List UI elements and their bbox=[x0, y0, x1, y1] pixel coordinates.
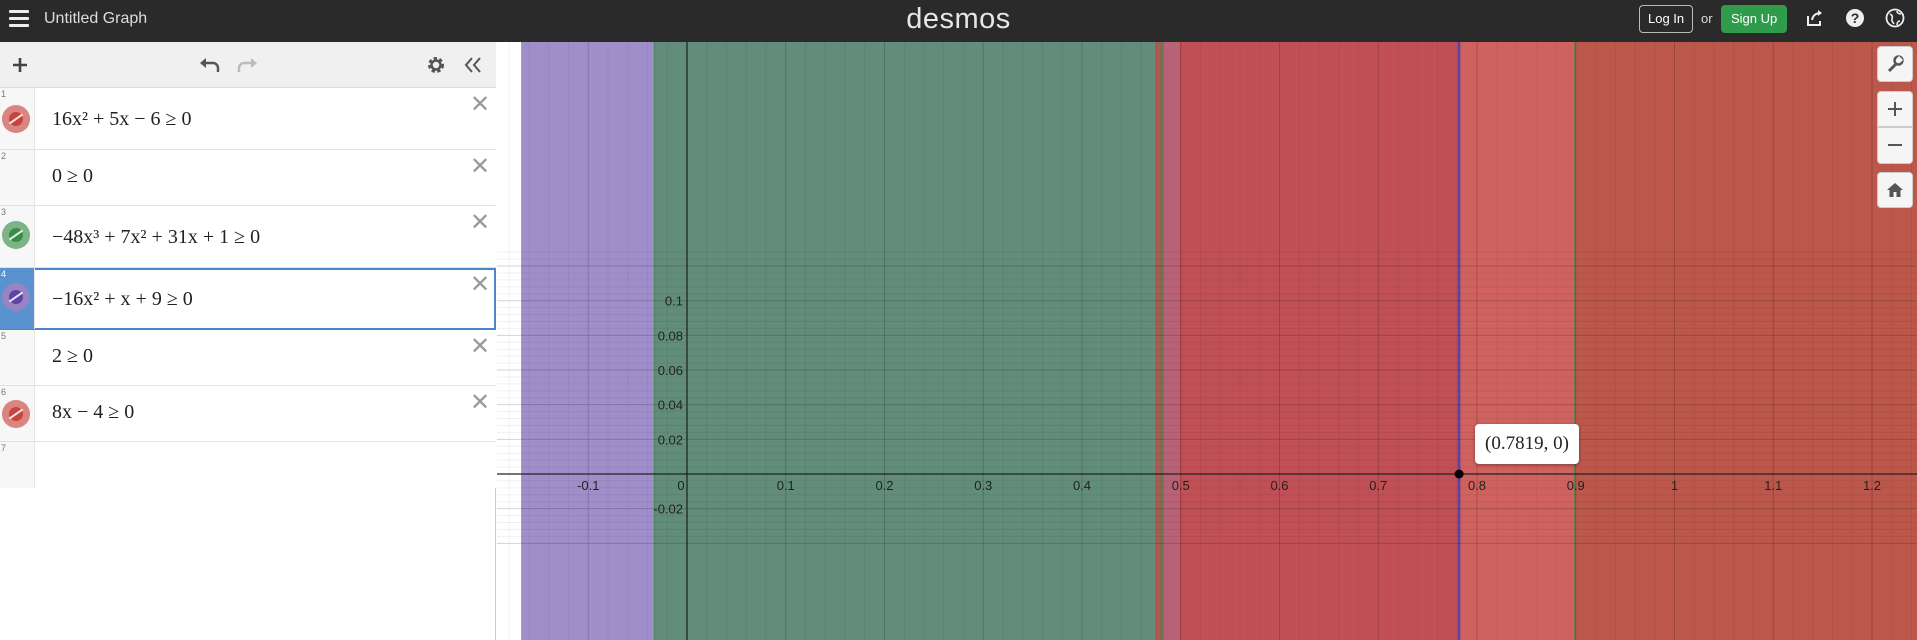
x-tick-label: 0.7 bbox=[1369, 478, 1387, 493]
x-tick-label: 0.1 bbox=[777, 478, 795, 493]
expression-row[interactable]: 1 16x² + 5x − 6 ≥ 0 ✕ bbox=[0, 88, 496, 150]
y-tick-label: 0.02 bbox=[658, 432, 683, 447]
expression-math[interactable]: 0 ≥ 0 bbox=[52, 165, 93, 188]
x-tick-label: 0 bbox=[677, 478, 684, 493]
expression-index: 5 bbox=[1, 331, 7, 341]
expression-gutter: 5 bbox=[0, 330, 35, 385]
help-icon[interactable]: ? bbox=[1843, 8, 1867, 32]
x-tick-label: 0.3 bbox=[974, 478, 992, 493]
plus-icon bbox=[1888, 102, 1902, 116]
svg-text:?: ? bbox=[1851, 10, 1860, 26]
y-tick-label: 0.08 bbox=[658, 328, 683, 343]
expression-list: 1 16x² + 5x − 6 ≥ 0 ✕ 2 0 ≥ 0 ✕ 3 −48x³ … bbox=[0, 88, 496, 488]
color-swatch-icon[interactable] bbox=[2, 283, 30, 311]
expression-index: 2 bbox=[1, 151, 7, 161]
expression-gutter: 2 bbox=[0, 150, 35, 205]
expression-index: 7 bbox=[1, 443, 7, 453]
signup-button[interactable]: Sign Up bbox=[1721, 5, 1788, 33]
graph-paper[interactable]: -0.1 0 0.1 0.2 0.3 0.4 0.5 0.6 0.7 0.8 0.9 1 1.1 1.2 0… bbox=[497, 42, 1917, 640]
expression-row-selected[interactable]: 4 −16x² + x + 9 ≥ 0 ✕ bbox=[0, 268, 496, 330]
redo-icon[interactable] bbox=[233, 51, 261, 79]
zoom-out-button[interactable] bbox=[1877, 127, 1913, 164]
expression-panel: 1 16x² + 5x − 6 ≥ 0 ✕ 2 0 ≥ 0 ✕ 3 −48x³ … bbox=[0, 42, 496, 640]
point-label: (0.7819, 0) bbox=[1475, 424, 1579, 464]
close-icon[interactable]: ✕ bbox=[470, 93, 490, 117]
intersection-point bbox=[1454, 469, 1464, 479]
expression-index: 3 bbox=[1, 207, 7, 217]
expression-index: 1 bbox=[1, 89, 7, 99]
y-tick-label: 0.06 bbox=[658, 363, 683, 378]
expression-math[interactable]: 2 ≥ 0 bbox=[52, 345, 93, 368]
shaded-region-green bbox=[654, 42, 1163, 640]
home-button[interactable] bbox=[1877, 172, 1913, 208]
color-swatch-icon[interactable] bbox=[2, 105, 30, 133]
expression-gutter: 1 bbox=[0, 88, 35, 149]
color-swatch-icon[interactable] bbox=[2, 400, 30, 428]
close-icon[interactable]: ✕ bbox=[470, 391, 490, 415]
x-tick-label: 0.2 bbox=[875, 478, 893, 493]
y-tick-label: 0.04 bbox=[658, 398, 683, 413]
x-tick-label: 0.9 bbox=[1567, 478, 1585, 493]
share-icon[interactable] bbox=[1803, 8, 1827, 32]
plus-icon[interactable] bbox=[6, 51, 34, 79]
login-button[interactable]: Log In bbox=[1639, 5, 1694, 33]
x-tick-label: 0.4 bbox=[1073, 478, 1091, 493]
x-tick-label: 1.2 bbox=[1863, 478, 1881, 493]
y-tick-label: 0.1 bbox=[665, 294, 683, 309]
expression-row[interactable]: 6 8x − 4 ≥ 0 ✕ bbox=[0, 386, 496, 442]
color-swatch-icon[interactable] bbox=[2, 221, 30, 249]
globe-icon[interactable] bbox=[1883, 8, 1907, 32]
home-icon bbox=[1887, 183, 1903, 197]
close-icon[interactable]: ✕ bbox=[470, 155, 490, 179]
close-icon[interactable]: ✕ bbox=[470, 211, 490, 235]
wrench-icon[interactable] bbox=[1877, 46, 1913, 82]
expression-index: 4 bbox=[1, 269, 7, 279]
undo-icon[interactable] bbox=[196, 51, 224, 79]
expression-gutter: 6 bbox=[0, 386, 35, 441]
minus-icon bbox=[1888, 144, 1902, 146]
close-icon[interactable]: ✕ bbox=[470, 335, 490, 359]
top-bar: Untitled Graph desmos Log In or Sign Up … bbox=[0, 0, 1917, 42]
expression-row[interactable]: 2 0 ≥ 0 ✕ bbox=[0, 150, 496, 206]
graph-title[interactable]: Untitled Graph bbox=[44, 10, 147, 28]
x-tick-label: 0.5 bbox=[1172, 478, 1190, 493]
expression-math[interactable]: −16x² + x + 9 ≥ 0 bbox=[52, 288, 193, 311]
x-tick-label: 1.1 bbox=[1764, 478, 1782, 493]
expression-row[interactable]: 5 2 ≥ 0 ✕ bbox=[0, 330, 496, 386]
x-tick-label: -0.1 bbox=[577, 478, 599, 493]
expression-math[interactable]: 8x − 4 ≥ 0 bbox=[52, 401, 134, 424]
expression-gutter: 4 bbox=[0, 268, 35, 329]
x-tick-label: 1 bbox=[1671, 478, 1678, 493]
double-chevron-left-icon[interactable] bbox=[459, 51, 487, 79]
expression-index: 6 bbox=[1, 387, 7, 397]
expression-math[interactable]: −48x³ + 7x² + 31x + 1 ≥ 0 bbox=[52, 226, 260, 249]
close-icon[interactable]: ✕ bbox=[470, 273, 490, 297]
desmos-logo: desmos bbox=[906, 3, 1011, 35]
shaded-region-red-linear bbox=[1180, 42, 1917, 640]
x-tick-label: 0.8 bbox=[1468, 478, 1486, 493]
menu-icon[interactable] bbox=[9, 10, 29, 28]
or-label: or bbox=[1701, 11, 1713, 26]
expression-gutter: 7 bbox=[0, 442, 35, 488]
expression-row-empty[interactable]: 7 bbox=[0, 442, 496, 488]
x-tick-label: 0.6 bbox=[1270, 478, 1288, 493]
zoom-in-button[interactable] bbox=[1877, 91, 1913, 127]
expression-row[interactable]: 3 −48x³ + 7x² + 31x + 1 ≥ 0 ✕ bbox=[0, 206, 496, 268]
graph-canvas[interactable]: -0.1 0 0.1 0.2 0.3 0.4 0.5 0.6 0.7 0.8 0.9 1 1.1 1.2 0… bbox=[497, 42, 1917, 640]
expression-toolbar bbox=[0, 42, 496, 88]
gear-icon[interactable] bbox=[422, 51, 450, 79]
y-tick-label: -0.02 bbox=[653, 502, 683, 517]
expression-math[interactable]: 16x² + 5x − 6 ≥ 0 bbox=[52, 108, 192, 131]
expression-gutter: 3 bbox=[0, 206, 35, 267]
